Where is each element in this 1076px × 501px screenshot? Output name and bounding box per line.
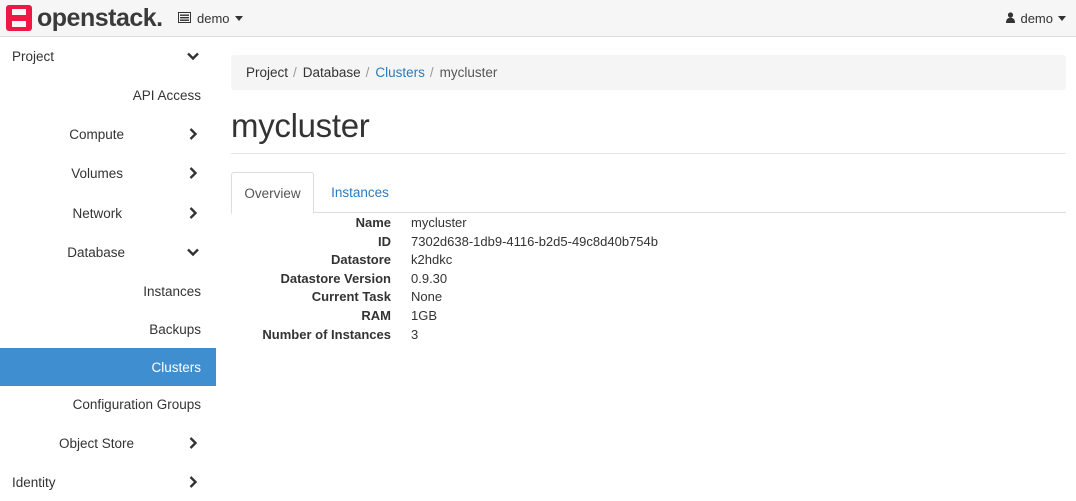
sidebar-item-api-access[interactable]: API Access [0, 76, 216, 114]
breadcrumb-separator: / [429, 65, 434, 80]
chevron-right-icon [189, 476, 198, 488]
list-icon [178, 11, 191, 26]
detail-label: ID [378, 234, 391, 249]
sidebar-item-label: Identity [12, 474, 56, 490]
detail-row-number-of-instances: Number of Instances 3 [231, 325, 1066, 344]
brand-name: openstack. [37, 4, 163, 32]
top-navbar: openstack. demo demo [0, 0, 1076, 37]
sidebar-item-volumes[interactable]: Volumes [0, 154, 216, 192]
user-menu-dropdown[interactable]: demo [1006, 9, 1066, 27]
detail-value: 7302d638-1db9-4116-b2d5-49c8d40b754b [411, 234, 658, 249]
detail-value: mycluster [411, 215, 467, 230]
project-switcher-dropdown[interactable]: demo [178, 9, 243, 27]
sidebar-item-label: Project [12, 48, 55, 64]
breadcrumb-separator: / [365, 65, 370, 80]
breadcrumb-current: mycluster [439, 65, 498, 80]
user-icon [1006, 11, 1016, 26]
chevron-right-icon [189, 437, 198, 449]
detail-value: 0.9.30 [411, 271, 448, 286]
detail-label: Datastore [331, 252, 391, 267]
sidebar-nav: Project API Access Compute Volumes Netwo… [0, 37, 216, 501]
detail-value: 3 [411, 327, 419, 342]
title-divider [231, 153, 1066, 154]
breadcrumb-clusters-link[interactable]: Clusters [375, 65, 425, 80]
sidebar-item-backups[interactable]: Backups [0, 310, 216, 348]
detail-label: Datastore Version [280, 271, 391, 286]
tab-instances[interactable]: Instances [319, 172, 401, 213]
sidebar-item-instances[interactable]: Instances [0, 272, 216, 310]
sidebar-item-label: Network [72, 205, 122, 221]
detail-tabs: Overview Instances [231, 172, 1066, 214]
detail-label: RAM [361, 308, 391, 323]
detail-row-datastore: Datastore k2hdkc [231, 250, 1066, 269]
sidebar-item-label: Backups [149, 321, 201, 337]
sidebar-item-configuration-groups[interactable]: Configuration Groups [0, 385, 216, 423]
sidebar-item-identity[interactable]: Identity [0, 463, 216, 501]
detail-value: 1GB [411, 308, 438, 323]
detail-label: Name [355, 215, 391, 230]
caret-down-icon [234, 15, 243, 21]
sidebar-item-database[interactable]: Database [0, 233, 216, 271]
openstack-logo-icon [5, 4, 33, 32]
user-menu-label: demo [1020, 10, 1053, 26]
sidebar-item-compute[interactable]: Compute [0, 115, 216, 153]
sidebar-item-label: Compute [69, 126, 124, 142]
chevron-right-icon [189, 167, 198, 179]
breadcrumb-separator: / [293, 65, 297, 80]
sidebar-item-label: API Access [132, 87, 201, 103]
project-switcher-label: demo [197, 10, 230, 26]
detail-label: Number of Instances [262, 327, 391, 342]
sidebar-item-label: Clusters [151, 359, 201, 375]
detail-row-ram: RAM 1GB [231, 306, 1066, 325]
sidebar-item-clusters[interactable]: Clusters [0, 348, 216, 386]
detail-row-id: ID 7302d638-1db9-4116-b2d5-49c8d40b754b [231, 232, 1066, 251]
detail-row-name: Name mycluster [231, 213, 1066, 232]
page-title: mycluster [231, 107, 370, 144]
sidebar-item-label: Volumes [71, 165, 123, 181]
sidebar-item-object-store[interactable]: Object Store [0, 424, 216, 462]
detail-value: k2hdkc [411, 252, 453, 267]
chevron-down-icon [187, 248, 199, 257]
sidebar-item-label: Configuration Groups [72, 396, 201, 412]
breadcrumb: Project / Database / Clusters / mycluste… [231, 55, 1066, 90]
tab-overview[interactable]: Overview [231, 172, 314, 214]
breadcrumb-project: Project [246, 65, 289, 80]
detail-row-current-task: Current Task None [231, 287, 1066, 306]
caret-down-icon [1058, 15, 1066, 21]
sidebar-item-network[interactable]: Network [0, 194, 216, 232]
breadcrumb-database: Database [302, 65, 361, 80]
chevron-down-icon [187, 52, 199, 61]
detail-row-datastore-version: Datastore Version 0.9.30 [231, 269, 1066, 288]
detail-label: Current Task [311, 289, 391, 304]
sidebar-item-label: Database [67, 244, 125, 260]
detail-value: None [411, 289, 443, 304]
sidebar-item-label: Object Store [58, 435, 134, 451]
brand-logo[interactable]: openstack. [5, 4, 163, 32]
chevron-right-icon [189, 207, 198, 219]
sidebar-item-project[interactable]: Project [0, 37, 216, 75]
sidebar-item-label: Instances [143, 283, 201, 299]
chevron-right-icon [189, 128, 198, 140]
